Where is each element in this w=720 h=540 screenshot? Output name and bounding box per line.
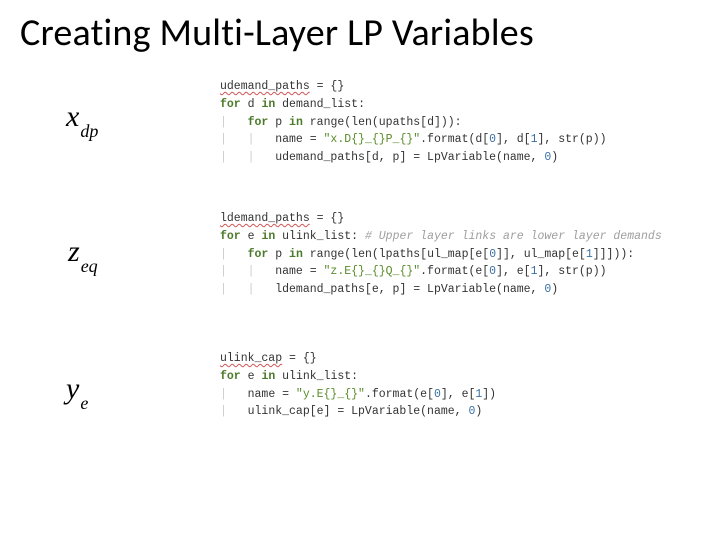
kw-for: for [248,116,269,129]
code-num: 1 [586,248,593,261]
code-block-xdp: udemand_paths = {} for d in demand_list:… [220,78,607,167]
kw-in: in [261,370,275,383]
code-text: ) [551,283,558,296]
code-text: ) [475,405,482,418]
code-str: "y.E{}_{}" [296,388,365,401]
code-text: p [268,248,289,261]
var-sub: e [80,393,88,413]
kw-for: for [220,230,241,243]
code-text: e [241,370,262,383]
code-text: ulink_list: [275,230,365,243]
var-xdp-label: xdp [66,100,97,138]
slide-title: Creating Multi-Layer LP Variables [20,10,700,56]
code-text: ) [551,151,558,164]
code-num: 1 [531,133,538,146]
var-sub: eq [81,256,98,276]
code-text: range(len(upaths[d])): [303,116,462,129]
code-text: ]) [482,388,496,401]
code-block-zeq: ldemand_paths = {} for e in ulink_list: … [220,210,662,299]
kw-in: in [289,116,303,129]
code-text: demand_list: [275,98,365,111]
kw-in: in [261,98,275,111]
code-text: e [241,230,262,243]
code-text: ldemand_paths[e, p] = LpVariable(name, [275,283,544,296]
kw-in: in [261,230,275,243]
code-text: name = [248,388,296,401]
code-text: = {} [282,352,317,365]
kw-in: in [289,248,303,261]
code-text: udemand_paths[d, p] = LpVariable(name, [275,151,544,164]
decl-var: udemand_paths [220,80,310,93]
code-comment: # Upper layer links are lower layer dema… [365,230,662,243]
code-text: ], str(p)) [538,133,607,146]
var-base: x [66,100,79,133]
var-base: y [66,372,79,405]
code-text: .format(d[ [420,133,489,146]
code-text: d [241,98,262,111]
code-text: .format(e[ [420,265,489,278]
code-text: = {} [310,212,345,225]
code-text: ], d[ [496,133,531,146]
code-text: p [268,116,289,129]
code-text: .format(e[ [365,388,434,401]
code-text: name = [275,265,323,278]
code-text: = {} [310,80,345,93]
decl-var: ldemand_paths [220,212,310,225]
code-block-ye: ulink_cap = {} for e in ulink_list: | na… [220,350,496,421]
var-ye-label: ye [66,372,87,410]
code-text: range(len(lpaths[ul_map[e[ [303,248,489,261]
code-text: ]], ul_map[e[ [496,248,586,261]
code-text: ]]])): [593,248,634,261]
var-zeq-label: zeq [68,235,97,273]
code-text: ulink_list: [275,370,358,383]
code-text: ], str(p)) [538,265,607,278]
code-text: ], e[ [441,388,476,401]
code-text: ulink_cap[e] = LpVariable(name, [248,405,469,418]
code-text: name = [275,133,323,146]
decl-var: ulink_cap [220,352,282,365]
code-num: 0 [434,388,441,401]
code-str: "z.E{}_{}Q_{}" [324,265,421,278]
var-base: z [68,235,80,268]
code-num: 1 [531,265,538,278]
kw-for: for [248,248,269,261]
var-sub: dp [80,121,98,141]
kw-for: for [220,370,241,383]
slide: Creating Multi-Layer LP Variables xdp ze… [0,0,720,540]
code-str: "x.D{}_{}P_{}" [324,133,421,146]
code-text: ], e[ [496,265,531,278]
kw-for: for [220,98,241,111]
